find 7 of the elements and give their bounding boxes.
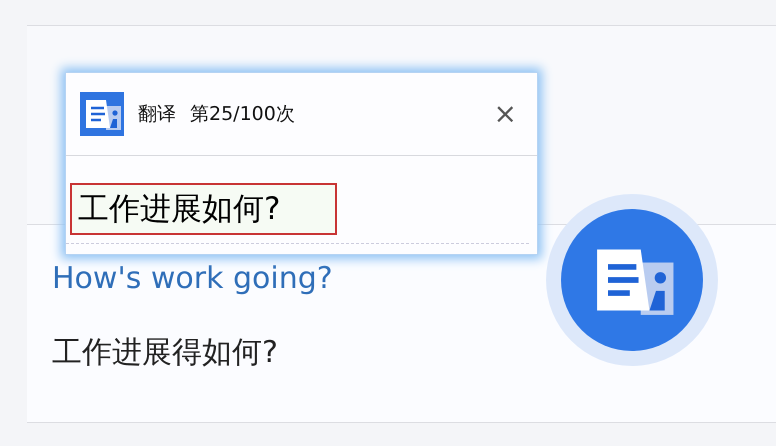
- usage-count: 第25/100次: [190, 102, 295, 127]
- translation-result: 工作进展如何?: [70, 183, 338, 235]
- translate-app-icon: [80, 92, 124, 136]
- popup-title: 翻译: [138, 102, 176, 127]
- english-phrase: How's work going?: [52, 261, 333, 297]
- close-button[interactable]: ×: [488, 100, 523, 128]
- chinese-phrase: 工作进展得如何?: [52, 335, 278, 371]
